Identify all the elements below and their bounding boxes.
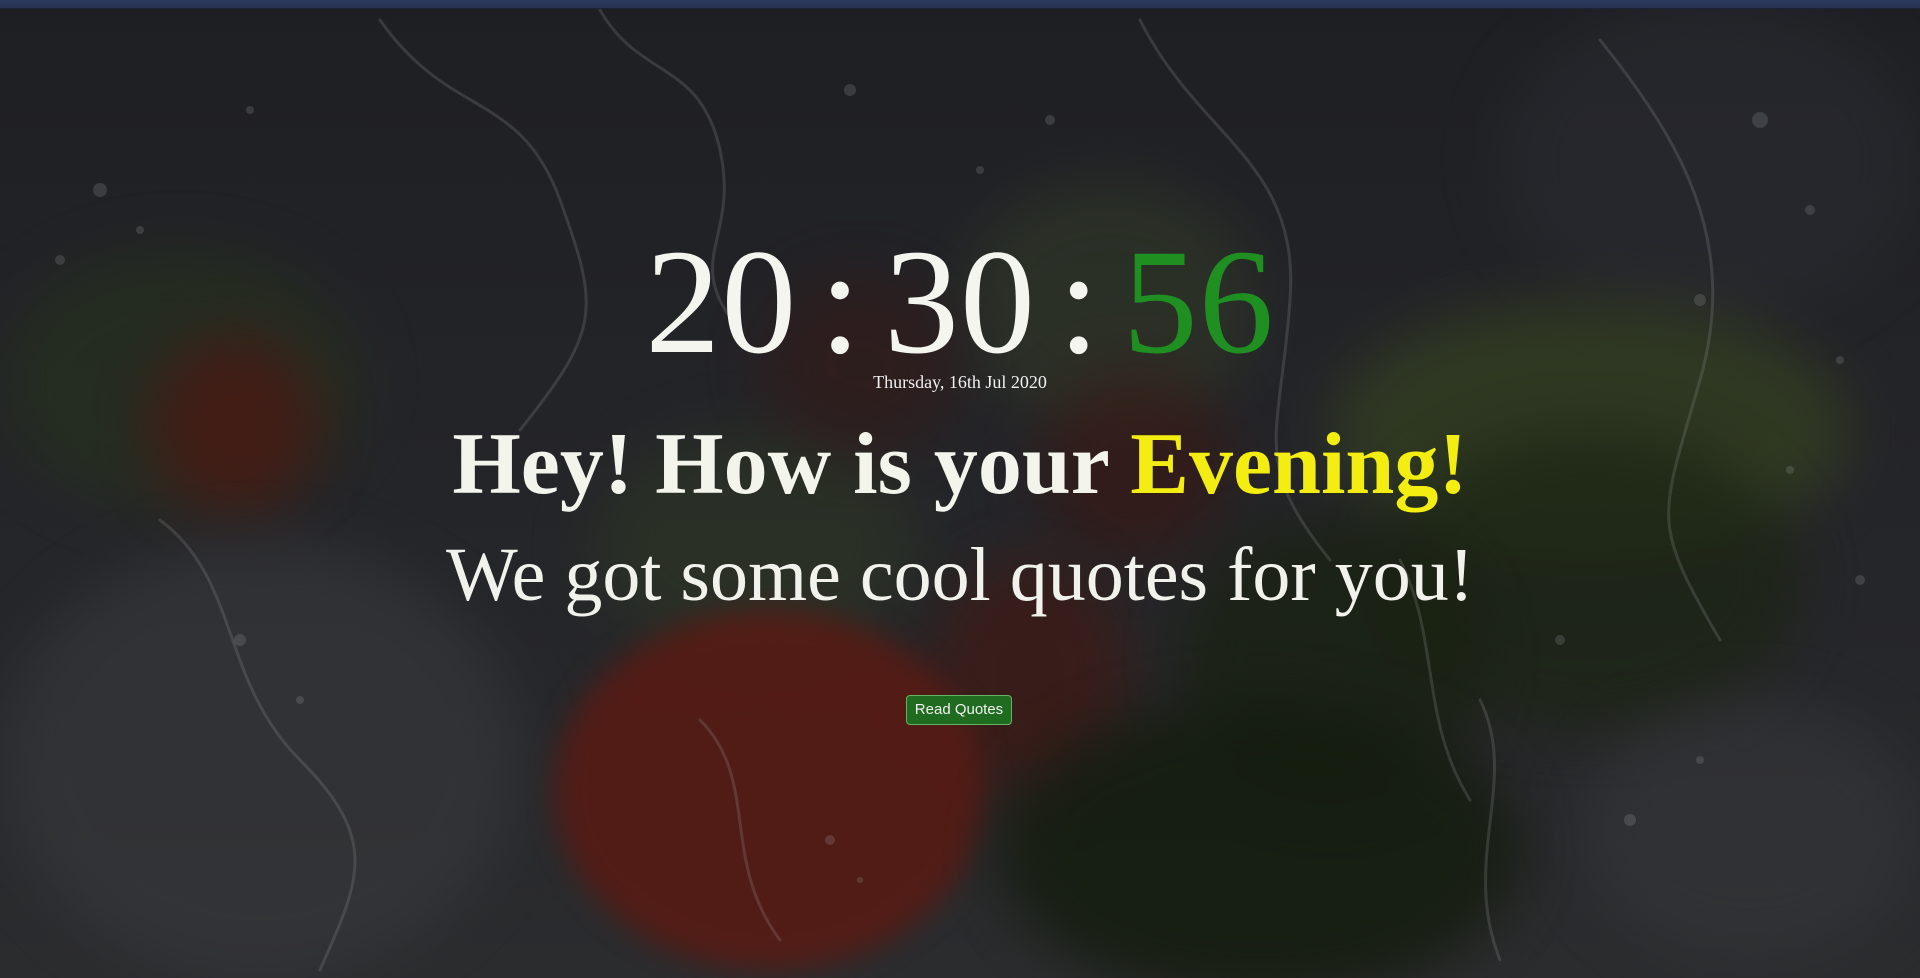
read-quotes-button[interactable]: Read Quotes <box>906 695 1012 725</box>
greeting-heading: Hey! How is your Evening! <box>0 415 1920 515</box>
digital-clock: 20:30:56 <box>0 222 1920 382</box>
clock-hours: 20 <box>645 219 798 385</box>
clock-separator: : <box>1058 219 1101 385</box>
current-date: Thursday, 16th Jul 2020 <box>873 372 1047 392</box>
clock-separator: : <box>819 219 862 385</box>
clock-seconds: 56 <box>1122 219 1275 385</box>
quotes-subtitle: We got some cool quotes for you! <box>445 533 1475 617</box>
main-content: 20:30:56 Thursday, 16th Jul 2020 Hey! Ho… <box>0 0 1920 978</box>
greeting-period: Evening! <box>1130 416 1468 513</box>
clock-minutes: 30 <box>884 219 1036 385</box>
greeting-prefix: Hey! How is your <box>452 416 1131 513</box>
